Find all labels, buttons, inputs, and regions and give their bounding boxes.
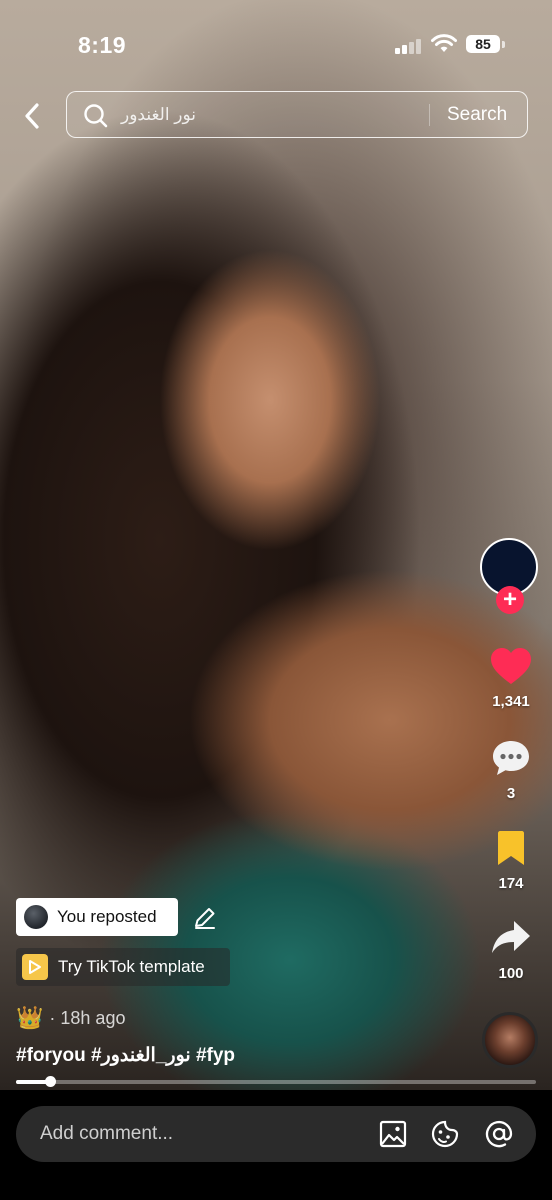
battery-level: 85 [475, 36, 491, 52]
comment-bar[interactable]: Add comment... [16, 1106, 536, 1162]
comment-input[interactable]: Add comment... [40, 1123, 173, 1145]
comment-count: 3 [506, 785, 516, 802]
share-count: 100 [498, 965, 524, 982]
hashtags[interactable]: #foryou #نور_الغندور #fyp [16, 1044, 235, 1067]
favorite-button[interactable]: 174 [476, 830, 546, 892]
tiktok-video-screen: 8:19 85 نور الغندور Search + 1,341 3 174… [0, 0, 552, 1200]
template-play-icon [29, 960, 41, 974]
repost-badge[interactable]: You reposted [16, 898, 178, 936]
pencil-icon[interactable] [192, 905, 218, 931]
post-meta: 👑 · 18h ago [16, 1004, 125, 1032]
crown-icon: 👑 [16, 1005, 44, 1030]
battery-icon: 85 [466, 35, 500, 53]
cellular-signal-icon [395, 38, 423, 54]
repost-label: You reposted [57, 907, 157, 926]
battery-tip [502, 41, 505, 48]
comment-icon [493, 741, 529, 775]
follow-button[interactable]: + [496, 586, 524, 614]
status-time: 8:19 [78, 32, 127, 58]
template-label: Try TikTok template [58, 957, 205, 976]
share-button[interactable]: 100 [476, 918, 546, 982]
like-count: 1,341 [492, 693, 530, 710]
post-time: · 18h ago [49, 1007, 126, 1028]
wifi-icon [431, 34, 457, 52]
mention-icon[interactable] [484, 1119, 514, 1149]
status-bar: 8:19 85 [0, 0, 552, 90]
comment-button[interactable]: 3 [476, 738, 546, 802]
music-disc[interactable] [482, 1012, 538, 1068]
tiktok-template-button[interactable]: Try TikTok template [16, 948, 230, 986]
search-input[interactable]: نور الغندور [121, 105, 196, 125]
heart-icon [491, 648, 531, 684]
search-divider [429, 104, 430, 126]
search-icon [84, 104, 108, 128]
search-bar[interactable]: نور الغندور Search [66, 91, 528, 138]
back-button[interactable] [16, 96, 48, 136]
emoji-sticker-icon[interactable] [430, 1119, 460, 1149]
progress-knob[interactable] [44, 1076, 56, 1087]
chevron-left-icon [25, 103, 39, 129]
search-button[interactable]: Search [447, 104, 507, 126]
image-icon[interactable] [378, 1119, 408, 1149]
save-count: 174 [498, 875, 524, 892]
like-button[interactable]: 1,341 [476, 646, 546, 710]
video-progress-bar[interactable] [16, 1076, 536, 1087]
repost-avatar [24, 905, 48, 929]
bookmark-icon [498, 831, 524, 865]
template-icon [22, 954, 48, 980]
share-arrow-icon [492, 921, 530, 953]
